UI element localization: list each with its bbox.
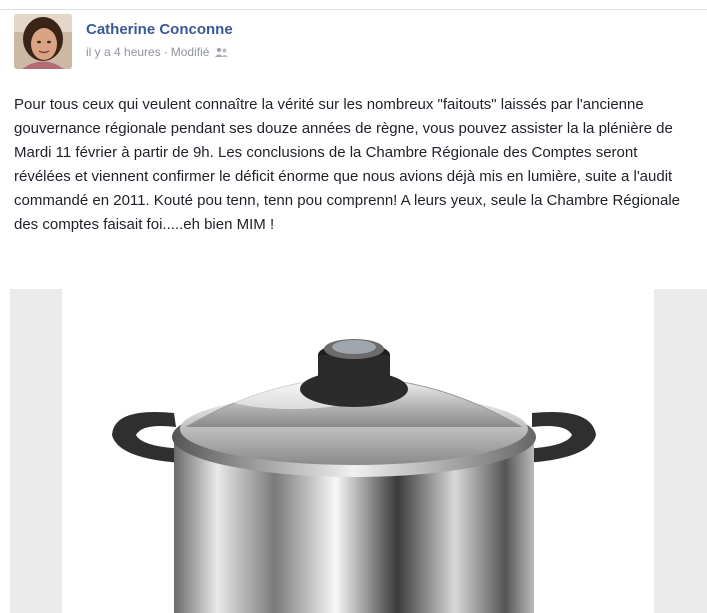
stockpot-photo[interactable] bbox=[10, 289, 707, 613]
top-divider bbox=[0, 0, 707, 10]
photo-right-band bbox=[654, 289, 707, 613]
photo-left-band bbox=[10, 289, 62, 613]
profile-avatar[interactable] bbox=[14, 14, 72, 69]
post-body-text: Pour tous ceux qui veulent connaître la … bbox=[14, 96, 680, 233]
post-timestamp[interactable]: il y a 4 heures bbox=[86, 45, 161, 59]
edited-label[interactable]: Modifié bbox=[171, 45, 210, 59]
author-name[interactable]: Catherine Conconne bbox=[86, 21, 233, 38]
friends-icon[interactable] bbox=[214, 47, 229, 58]
meta-separator: · bbox=[163, 45, 168, 59]
post-meta: il y a 4 heures · Modifié bbox=[86, 45, 229, 59]
stockpot-image bbox=[112, 339, 596, 613]
